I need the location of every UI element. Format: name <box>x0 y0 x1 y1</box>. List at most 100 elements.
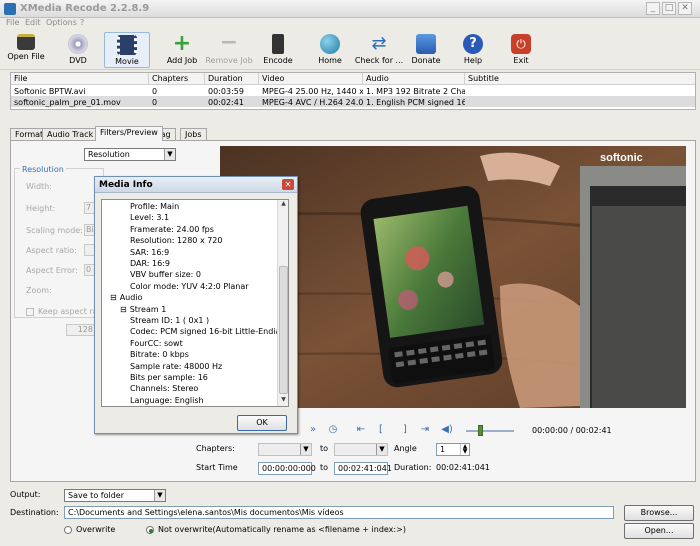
softonic-watermark: softonic <box>600 152 643 164</box>
tree-node[interactable]: ⊟ Stream 1 <box>120 305 166 314</box>
width-label: Width: <box>26 182 52 191</box>
tree-node[interactable]: DAR: 16:9 <box>130 259 170 268</box>
tree-node-label: Color mode: YUV 4:2:0 Planar <box>130 281 249 291</box>
tree-node-label: Framerate: 24.00 fps <box>130 224 214 234</box>
height-label: Height: <box>26 204 56 213</box>
tree-node-label: Language: English <box>130 395 204 405</box>
close-button[interactable]: ✕ <box>678 2 692 15</box>
chevron-down-icon: ▼ <box>164 149 175 160</box>
tree-node[interactable]: Level: 3.1 <box>130 213 169 222</box>
start-time-field[interactable]: 00:00:00:000 <box>258 462 316 475</box>
tree-node[interactable]: Codec: PCM signed 16-bit Little-Endian <box>130 327 285 336</box>
donate-button[interactable]: Donate <box>408 32 444 68</box>
tree-node-label: Resolution: 1280 x 720 <box>130 236 223 246</box>
tree-node[interactable]: FourCC: sowt <box>130 339 183 348</box>
dialog-close-button[interactable]: ✕ <box>282 179 294 190</box>
tree-node[interactable]: Sample rate: 48000 Hz <box>130 362 222 371</box>
home-button[interactable]: Home <box>312 32 348 68</box>
tree-node[interactable]: SAR: 16:9 <box>130 248 169 257</box>
tree-node[interactable]: Bitrate: 0 kbps <box>130 350 189 359</box>
column-duration[interactable]: Duration <box>205 73 259 85</box>
file-list[interactable]: File Chapters Duration Video Audio Subti… <box>10 72 696 110</box>
duration-label: Duration: <box>394 463 432 472</box>
tree-node[interactable]: Resolution: 1280 x 720 <box>130 236 223 245</box>
app-icon <box>4 3 16 15</box>
ok-button[interactable]: OK <box>237 415 287 431</box>
fast-forward-icon[interactable]: » <box>306 424 320 436</box>
time-display: 00:00:00 / 00:02:41 <box>532 426 612 435</box>
tree-node[interactable]: Bits per sample: 16 <box>130 373 208 382</box>
output-select[interactable]: Save to folder ▼ <box>64 489 166 502</box>
tree-node[interactable]: Framerate: 24.00 fps <box>130 225 214 234</box>
tree-node[interactable]: Channels: Stereo <box>130 384 198 393</box>
menu-help[interactable]: ? <box>80 18 84 27</box>
column-file[interactable]: File <box>11 73 149 85</box>
duration-value: 00:02:41:041 <box>436 463 490 472</box>
column-subtitle[interactable]: Subtitle <box>465 73 695 85</box>
add-job-button[interactable]: + Add Job <box>162 32 202 68</box>
remove-job-button[interactable]: − Remove Job <box>204 32 254 68</box>
scrollbar-thumb[interactable] <box>279 266 288 394</box>
help-icon: ? <box>463 34 483 54</box>
tree-node[interactable]: Stream ID: 1 ( 0x1 ) <box>130 316 209 325</box>
end-time-to-label: to <box>320 463 329 472</box>
donate-icon <box>416 34 436 54</box>
check-updates-button[interactable]: ⇄ Check for ... <box>354 32 404 68</box>
column-video[interactable]: Video <box>259 73 363 85</box>
dvd-button[interactable]: DVD <box>58 32 98 68</box>
movie-icon <box>117 35 137 55</box>
tree-node[interactable]: ⊟ Audio <box>110 293 142 302</box>
menu-file[interactable]: File <box>6 18 19 27</box>
zoom-value-field[interactable]: 128 <box>66 324 96 336</box>
menu-options[interactable]: Options <box>46 18 77 27</box>
bracket-left-icon[interactable]: [ <box>374 424 388 436</box>
overwrite-radio[interactable] <box>64 526 72 534</box>
open-file-button[interactable]: Open File <box>6 32 46 68</box>
column-audio[interactable]: Audio <box>363 73 465 85</box>
column-chapters[interactable]: Chapters <box>149 73 205 85</box>
tree-scrollbar[interactable]: ▲ ▼ <box>277 200 288 406</box>
position-slider[interactable] <box>466 430 514 432</box>
exit-button[interactable]: ⏻ Exit <box>504 32 538 68</box>
angle-spinner-icon[interactable]: ▲ ▼ <box>460 444 469 455</box>
tree-node-label: Bits per sample: 16 <box>130 373 208 382</box>
tree-node-label: SAR: 16:9 <box>130 247 170 257</box>
help-button[interactable]: ? Help <box>456 32 490 68</box>
expand-toggle-icon[interactable]: ⊟ <box>120 305 127 314</box>
volume-icon[interactable]: ◀) <box>440 424 454 436</box>
tree-node[interactable]: Language: English <box>130 396 204 405</box>
tree-node[interactable]: Color mode: YUV 4:2:0 Planar <box>130 282 249 291</box>
destination-field[interactable]: C:\Documents and Settings\elena.santos\M… <box>64 506 614 519</box>
movie-button[interactable]: Movie <box>104 32 150 68</box>
scroll-up-icon[interactable]: ▲ <box>279 200 288 209</box>
media-info-tree[interactable]: Profile: Main Level: 3.1 Framerate: 24.00 … <box>101 199 289 407</box>
chapters-from-select[interactable]: ▼ <box>258 443 312 456</box>
scroll-down-icon[interactable]: ▼ <box>279 396 288 405</box>
bracket-right-icon[interactable]: ] <box>398 424 412 436</box>
end-time-field[interactable]: 00:02:41:041 <box>334 462 392 475</box>
chapters-to-select[interactable]: ▼ <box>334 443 388 456</box>
angle-field[interactable]: 1 ▲ ▼ <box>436 443 470 456</box>
position-slider-thumb[interactable] <box>478 425 484 436</box>
chevron-down-icon: ▼ <box>376 444 387 455</box>
expand-toggle-icon[interactable]: ⊟ <box>110 293 117 302</box>
not-overwrite-radio[interactable] <box>146 526 154 534</box>
encode-button[interactable]: Encode <box>258 32 298 68</box>
chapters-to-label: to <box>320 444 329 453</box>
keep-aspect-checkbox[interactable] <box>26 308 34 316</box>
browse-button[interactable]: Browse... <box>624 505 694 521</box>
mark-in-icon[interactable]: ⇤ <box>354 424 368 436</box>
tree-node[interactable]: VBV buffer size: 0 <box>130 270 201 279</box>
not-overwrite-label: Not overwrite(Automatically rename as <f… <box>158 525 406 534</box>
maximize-button[interactable]: □ <box>662 2 676 15</box>
open-button[interactable]: Open... <box>624 523 694 539</box>
minus-icon: − <box>219 30 239 55</box>
menu-edit[interactable]: Edit <box>25 18 41 27</box>
minimize-button[interactable]: _ <box>646 2 660 15</box>
filter-mode-select[interactable]: Resolution ▼ <box>84 148 176 161</box>
clock-icon[interactable]: ◷ <box>326 424 340 436</box>
tree-node[interactable]: Profile: Main <box>130 202 179 211</box>
mark-out-icon[interactable]: ⇥ <box>418 424 432 436</box>
tab-filters-preview[interactable]: Filters/Preview <box>95 126 163 141</box>
encode-icon <box>272 34 284 54</box>
